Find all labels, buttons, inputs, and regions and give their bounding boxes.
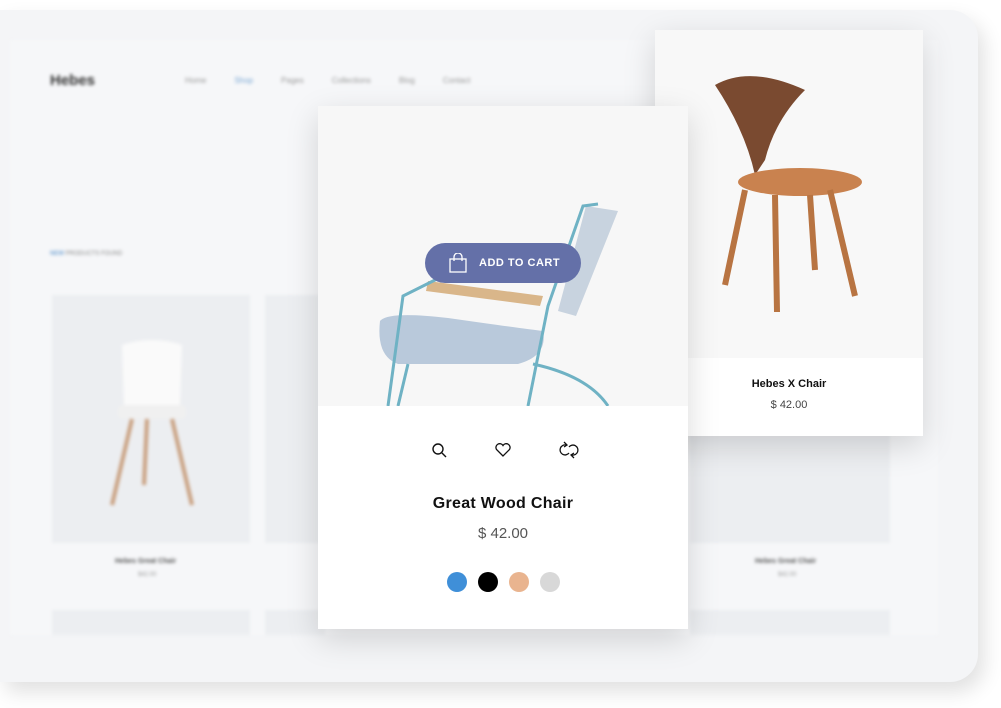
swatch-black[interactable] — [477, 572, 498, 592]
side-product-card[interactable]: Hebes X Chair $ 42.00 — [655, 30, 923, 436]
add-to-cart-button[interactable]: ADD TO CART — [425, 243, 581, 283]
bg-product-card[interactable] — [690, 420, 890, 543]
bg-product-card[interactable] — [265, 295, 325, 543]
nav-collections[interactable]: Collections — [332, 76, 371, 85]
section-label: NEW PRODUCTS FOUND — [50, 251, 123, 257]
product-image — [655, 30, 923, 358]
nav-home[interactable]: Home — [185, 76, 206, 85]
featured-product-card[interactable]: ADD TO CART Great Wood Chair $ 42.00 — [318, 106, 688, 629]
site-nav: Home Shop Pages Collections Blog Contact — [185, 76, 470, 85]
white-chair-image — [110, 340, 194, 506]
bg-product-card[interactable] — [52, 295, 250, 543]
nav-contact[interactable]: Contact — [443, 76, 471, 85]
nav-pages[interactable]: Pages — [281, 76, 304, 85]
compare-icon[interactable] — [558, 441, 579, 459]
product-title[interactable]: Hebes X Chair — [655, 378, 923, 390]
product-actions — [318, 441, 688, 459]
nav-blog[interactable]: Blog — [399, 76, 415, 85]
swatch-blue[interactable] — [446, 572, 467, 592]
swatch-peach[interactable] — [508, 572, 529, 592]
shopping-bag-icon — [449, 253, 467, 273]
heart-icon[interactable] — [494, 441, 512, 459]
product-price: $ 42.00 — [770, 399, 808, 411]
swatch-gray[interactable] — [539, 572, 560, 592]
color-swatches — [318, 572, 688, 592]
nav-shop[interactable]: Shop — [234, 76, 253, 85]
product-image: ADD TO CART — [318, 106, 688, 406]
wood-chair-image — [715, 76, 862, 313]
product-price: $ 42.00 — [477, 525, 529, 542]
product-title[interactable]: Great Wood Chair — [318, 495, 688, 513]
search-icon[interactable] — [430, 441, 448, 459]
site-logo: Hebes — [50, 72, 96, 89]
